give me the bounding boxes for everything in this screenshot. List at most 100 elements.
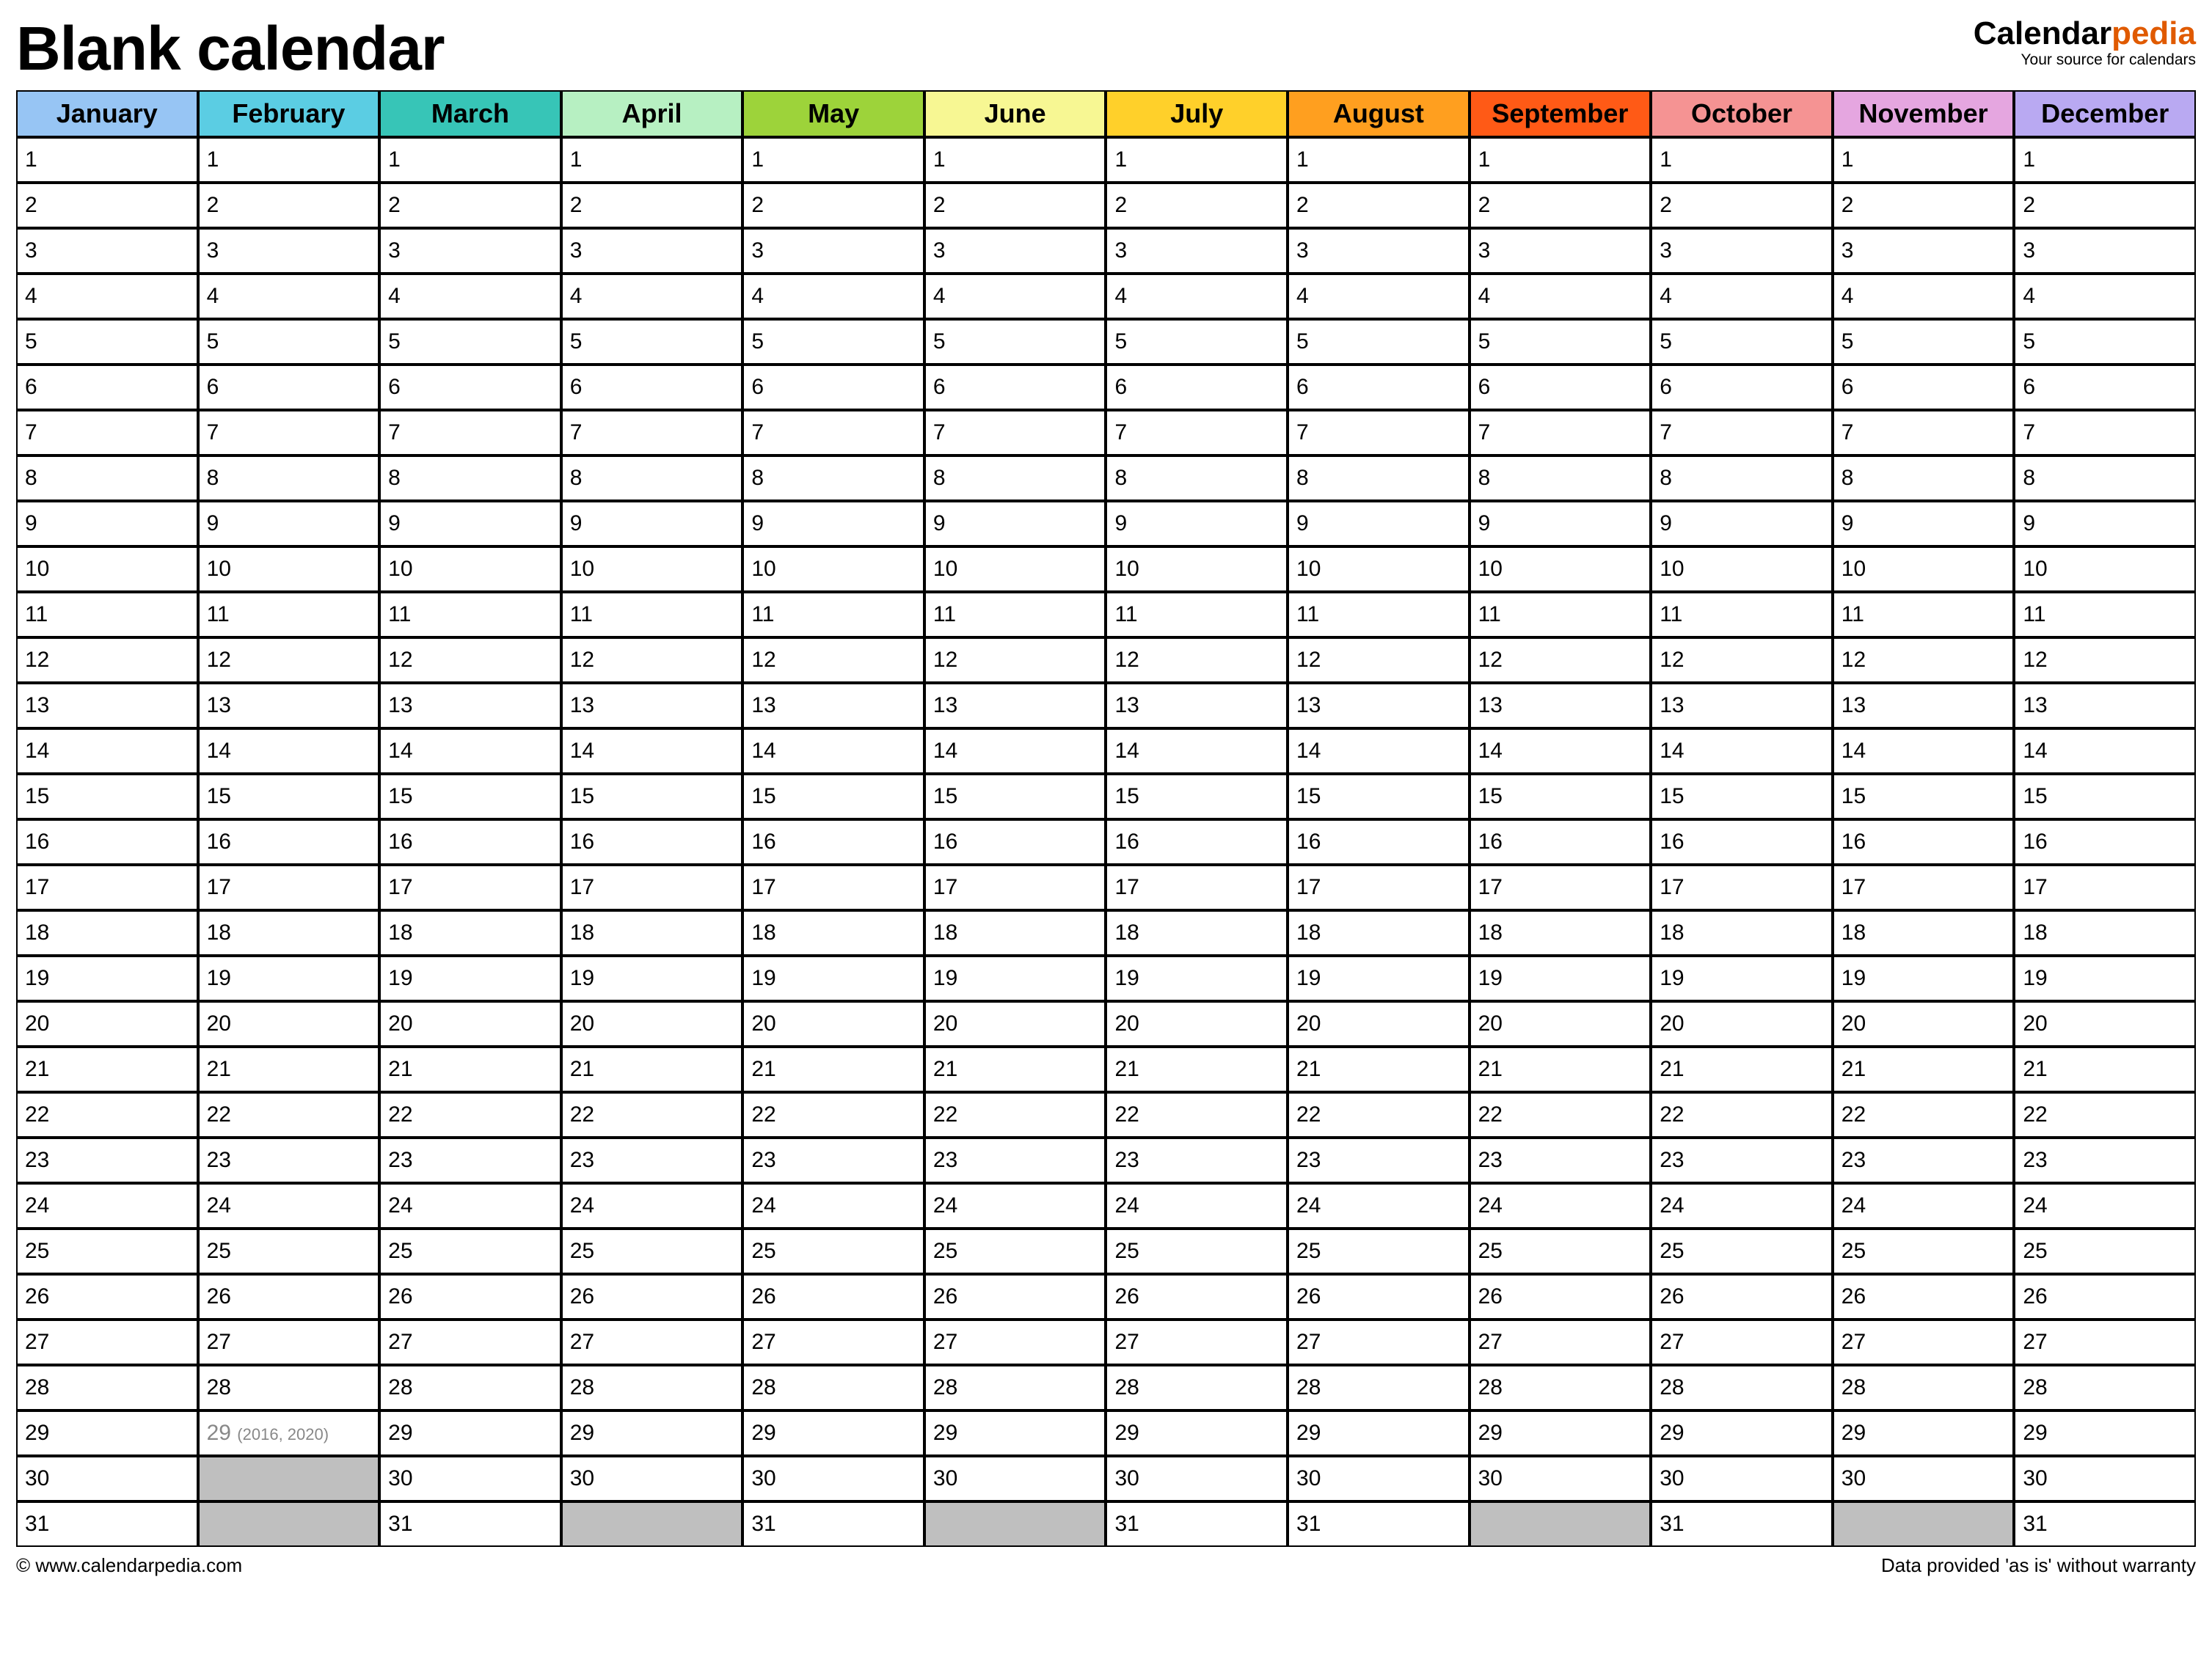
day-cell: 29: [742, 1410, 924, 1456]
day-cell: 31: [742, 1501, 924, 1547]
day-cell: 20: [1470, 1001, 1651, 1047]
day-cell: 23: [16, 1138, 198, 1183]
day-cell: 27: [1651, 1320, 1833, 1365]
day-cell: 30: [1470, 1456, 1651, 1501]
day-row: 121212121212121212121212: [16, 637, 2196, 683]
day-cell: 25: [198, 1229, 380, 1274]
day-cell: 13: [561, 683, 743, 728]
day-cell: 11: [379, 592, 561, 637]
day-cell: 29: [1651, 1410, 1833, 1456]
day-cell: 30: [1106, 1456, 1288, 1501]
day-cell: 7: [198, 410, 380, 455]
day-cell: 25: [1833, 1229, 2015, 1274]
day-cell: 4: [742, 274, 924, 319]
day-cell: 9: [1833, 501, 2015, 546]
day-cell: 9: [1288, 501, 1470, 546]
day-cell: 7: [1106, 410, 1288, 455]
day-cell: 2: [1470, 183, 1651, 228]
day-cell: 30: [2014, 1456, 2196, 1501]
day-cell: 3: [1288, 228, 1470, 274]
day-cell: 14: [1288, 728, 1470, 774]
day-row: 222222222222: [16, 183, 2196, 228]
day-row: 30 30303030303030303030: [16, 1456, 2196, 1501]
day-cell: 26: [1833, 1274, 2015, 1320]
day-cell: 13: [1833, 683, 2015, 728]
day-row: 111111111111: [16, 137, 2196, 183]
day-cell: 4: [379, 274, 561, 319]
day-cell: 18: [1833, 910, 2015, 956]
day-cell: 10: [561, 546, 743, 592]
day-cell: 21: [198, 1047, 380, 1092]
day-cell: 13: [2014, 683, 2196, 728]
day-cell: 29: [1470, 1410, 1651, 1456]
day-row: 888888888888: [16, 455, 2196, 501]
day-cell: 20: [1833, 1001, 2015, 1047]
day-cell: 5: [1106, 319, 1288, 365]
day-cell: 21: [1470, 1047, 1651, 1092]
day-cell: 26: [2014, 1274, 2196, 1320]
day-cell: 20: [561, 1001, 743, 1047]
month-header-row: JanuaryFebruaryMarchAprilMayJuneJulyAugu…: [16, 90, 2196, 137]
day-cell: 14: [2014, 728, 2196, 774]
day-cell: 20: [742, 1001, 924, 1047]
day-cell: 28: [379, 1365, 561, 1410]
day-cell: 2: [16, 183, 198, 228]
day-cell: 14: [1470, 728, 1651, 774]
day-row: 141414141414141414141414: [16, 728, 2196, 774]
day-cell: 5: [1288, 319, 1470, 365]
day-cell: 29: [379, 1410, 561, 1456]
day-cell: 14: [1833, 728, 2015, 774]
day-cell: 26: [561, 1274, 743, 1320]
day-cell: 1: [742, 137, 924, 183]
day-cell: 26: [742, 1274, 924, 1320]
calendar-head: JanuaryFebruaryMarchAprilMayJuneJulyAugu…: [16, 90, 2196, 137]
day-cell: 19: [1833, 956, 2015, 1001]
day-cell: 15: [379, 774, 561, 819]
day-cell: 2: [924, 183, 1106, 228]
day-cell: 5: [198, 319, 380, 365]
day-cell: 23: [1288, 1138, 1470, 1183]
day-cell: 10: [16, 546, 198, 592]
brand-prefix: Calendar: [1974, 15, 2111, 51]
day-cell: 12: [16, 637, 198, 683]
day-cell: 9: [1651, 501, 1833, 546]
day-cell: 31: [1651, 1501, 1833, 1547]
day-cell: 1: [198, 137, 380, 183]
day-cell: 20: [198, 1001, 380, 1047]
day-cell: 19: [198, 956, 380, 1001]
brand-tagline: Your source for calendars: [1974, 51, 2196, 69]
day-cell: 23: [924, 1138, 1106, 1183]
day-cell: 3: [198, 228, 380, 274]
day-cell: 17: [16, 865, 198, 910]
day-cell: 18: [2014, 910, 2196, 956]
day-cell: 23: [2014, 1138, 2196, 1183]
day-cell: 18: [379, 910, 561, 956]
day-cell: 13: [1288, 683, 1470, 728]
day-cell: 5: [1651, 319, 1833, 365]
day-cell: 9: [924, 501, 1106, 546]
day-cell: 7: [1833, 410, 2015, 455]
day-cell: 14: [198, 728, 380, 774]
day-cell: 2: [561, 183, 743, 228]
month-header-december: December: [2014, 90, 2196, 137]
day-cell: 24: [1833, 1183, 2015, 1229]
day-cell: 19: [1106, 956, 1288, 1001]
day-cell: 12: [379, 637, 561, 683]
day-cell: 4: [16, 274, 198, 319]
day-cell: 16: [16, 819, 198, 865]
day-cell: 26: [924, 1274, 1106, 1320]
day-cell: 8: [1833, 455, 2015, 501]
day-cell: 8: [924, 455, 1106, 501]
day-row: 191919191919191919191919: [16, 956, 2196, 1001]
day-cell: 7: [379, 410, 561, 455]
day-cell: 11: [1106, 592, 1288, 637]
day-cell: [1833, 1501, 2015, 1547]
day-cell: 8: [1106, 455, 1288, 501]
day-cell: 7: [742, 410, 924, 455]
day-cell: 13: [1470, 683, 1651, 728]
day-row: 2929 (2016, 2020)29292929292929292929: [16, 1410, 2196, 1456]
day-cell: 28: [1106, 1365, 1288, 1410]
day-cell: 30: [924, 1456, 1106, 1501]
day-cell: 26: [1651, 1274, 1833, 1320]
day-row: 999999999999: [16, 501, 2196, 546]
